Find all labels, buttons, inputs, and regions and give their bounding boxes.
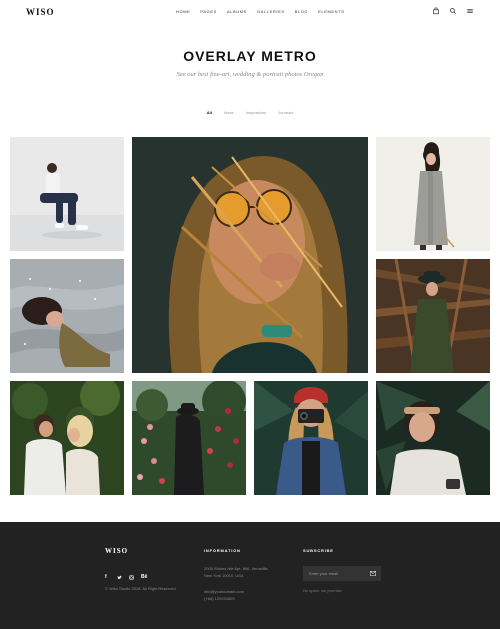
twitter-icon[interactable] [117, 575, 122, 580]
gallery-filters: All Ideas Inspirations Journals [0, 110, 500, 115]
photo-woman-headband-leaves[interactable] [376, 381, 490, 495]
instagram-icon[interactable] [129, 575, 134, 580]
behance-icon[interactable]: Bē [141, 575, 147, 580]
site-header: WISO Home Pages Albums Galleries Blog El… [0, 0, 500, 24]
photo-man-sitting-sneakers[interactable] [10, 137, 124, 251]
photo-woman-lying-bed[interactable] [10, 259, 124, 373]
nav-albums[interactable]: Albums [227, 9, 247, 14]
photo-couple-embrace[interactable] [10, 381, 124, 495]
address-line-1: 2005 Stokes Isle Apt. 896, Venaville, [204, 566, 269, 571]
filter-inspirations[interactable]: Inspirations [246, 110, 266, 115]
nav-home[interactable]: Home [176, 9, 190, 14]
footer-email[interactable]: info@yourdomain.com [204, 589, 244, 594]
footer-phone[interactable]: (+68) 120034509 [204, 596, 235, 601]
main-nav: Home Pages Albums Galleries Blog Element… [176, 9, 355, 14]
facebook-icon[interactable]: f [105, 575, 110, 580]
photo-woman-grey-coat[interactable] [376, 137, 490, 251]
social-links: f Bē [105, 575, 147, 580]
filter-all[interactable]: All [207, 110, 212, 115]
search-icon[interactable] [449, 7, 457, 15]
nav-pages[interactable]: Pages [200, 9, 217, 14]
photo-woman-orange-sunglasses[interactable] [132, 137, 368, 373]
menu-icon[interactable] [466, 7, 474, 15]
site-footer: WISO f Bē © Wiso Studio 2018. All Right … [0, 522, 500, 629]
subscribe-heading: SUBSCRIBE [303, 548, 334, 553]
footer-logo[interactable]: WISO [105, 547, 128, 555]
address-line-2: New York 10010, USA [204, 573, 244, 578]
header-icons [432, 7, 474, 15]
cart-icon[interactable] [432, 7, 440, 15]
page-subtitle: See our best fine-art, wedding & portrai… [176, 71, 324, 78]
subscribe-email-input[interactable] [309, 566, 364, 581]
information-heading: INFORMATION [204, 548, 241, 553]
nav-elements[interactable]: Elements [318, 9, 344, 14]
subscribe-form [303, 566, 381, 581]
filter-ideas[interactable]: Ideas [224, 110, 234, 115]
copyright-text: © Wiso Studio 2018. All Right Reserved. [105, 586, 177, 591]
subscribe-note: No spam, we promise [303, 588, 342, 593]
site-logo[interactable]: WISO [26, 7, 55, 17]
mail-icon[interactable] [370, 571, 376, 576]
photo-woman-red-beanie-camera[interactable] [254, 381, 368, 495]
page-title: OVERLAY METRO [183, 48, 317, 64]
filter-journals[interactable]: Journals [278, 110, 293, 115]
nav-blog[interactable]: Blog [295, 9, 309, 14]
nav-galleries[interactable]: Galleries [257, 9, 285, 14]
photo-woman-hat-branches[interactable] [376, 259, 490, 373]
photo-woman-rose-bush[interactable] [132, 381, 246, 495]
